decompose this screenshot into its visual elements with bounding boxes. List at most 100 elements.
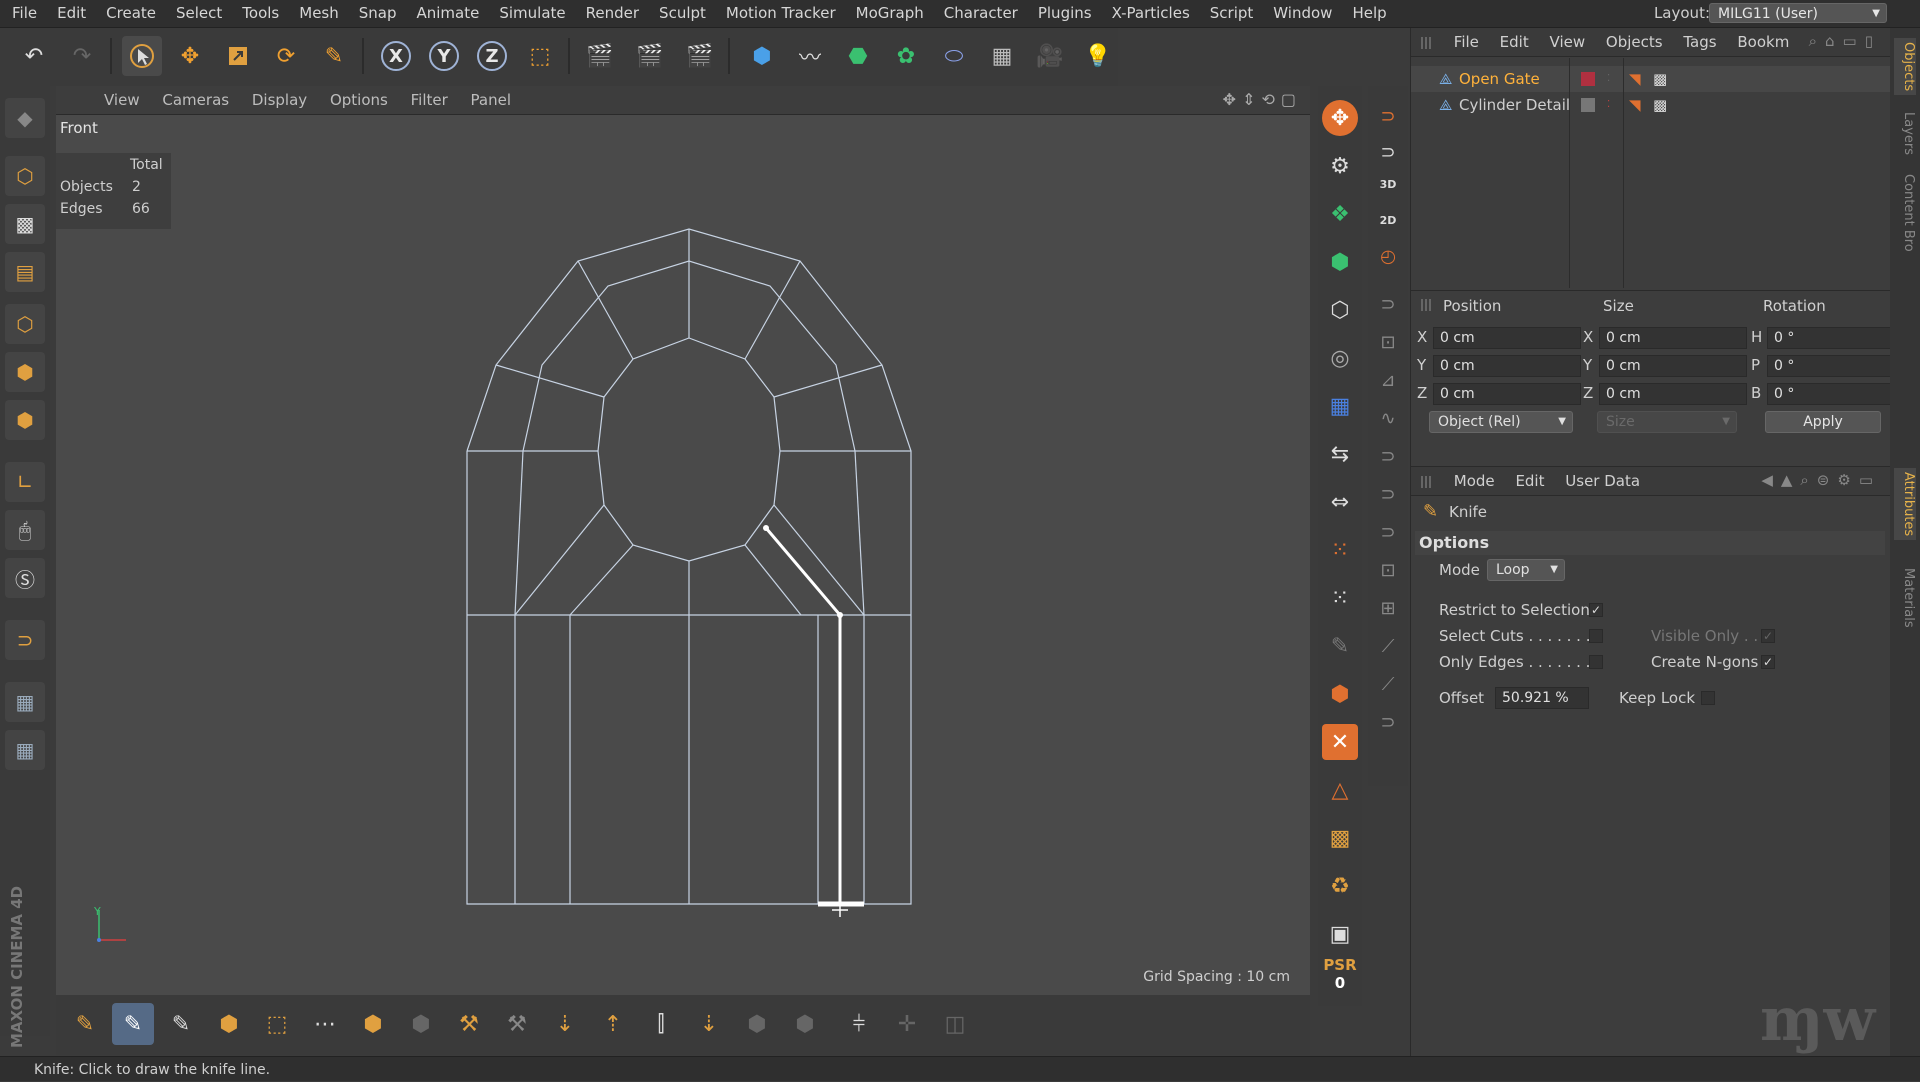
rotate-icon[interactable]: ⟳: [266, 36, 306, 76]
render-view-icon[interactable]: 🎬: [580, 36, 620, 76]
restrict-checkbox[interactable]: ✓: [1589, 603, 1603, 617]
viewport-front[interactable]: Front Total Objects 2 Edges 66 Y Grid Sp…: [56, 115, 1310, 995]
points-mode-icon[interactable]: ⬡: [5, 304, 45, 344]
tab-layers[interactable]: Layers: [1894, 112, 1916, 155]
viewport-menu-panel[interactable]: Panel: [471, 86, 511, 114]
menu-mograph[interactable]: MoGraph: [846, 0, 934, 27]
create-ngons-checkbox[interactable]: ✓: [1761, 655, 1775, 669]
tab-objects[interactable]: Objects: [1894, 38, 1916, 96]
floor-icon[interactable]: ▦: [982, 36, 1022, 76]
split-icon[interactable]: ⫿: [640, 1003, 682, 1045]
object-row-cylinder-detail[interactable]: ⟁ Cylinder Detail ⁚ ◥ ▩: [1411, 92, 1891, 118]
coord-mode-select[interactable]: Object (Rel) ▼: [1429, 411, 1573, 433]
weld-icon[interactable]: ⚒: [448, 1003, 490, 1045]
triangle-icon[interactable]: △: [1322, 772, 1358, 808]
menu-file[interactable]: File: [0, 0, 47, 27]
apply-button[interactable]: Apply: [1765, 411, 1881, 433]
polygons-mode-icon[interactable]: ⬢: [5, 400, 45, 440]
snap-grid-line-icon[interactable]: ⊞: [1372, 592, 1404, 624]
snap-3d-label[interactable]: 3D: [1372, 168, 1404, 200]
viewport-navigation-icons[interactable]: ✥⇕⟲▢: [1223, 90, 1302, 109]
cube-green-icon[interactable]: ⬢: [1322, 244, 1358, 280]
pen-icon[interactable]: ✎: [314, 36, 354, 76]
layer-color-swatch[interactable]: [1581, 72, 1595, 86]
grid-icon[interactable]: ▦: [1322, 388, 1358, 424]
menu-motion-tracker[interactable]: Motion Tracker: [716, 0, 846, 27]
cloner-icon[interactable]: ✿: [886, 36, 926, 76]
extrude-inner-icon[interactable]: ⬚: [256, 1003, 298, 1045]
reset-icon[interactable]: ◫: [934, 1003, 976, 1045]
mograph-icon[interactable]: ❖: [1322, 196, 1358, 232]
glasses-icon[interactable]: ◎: [1322, 340, 1358, 376]
snap-grid-point-icon[interactable]: ⊡: [1372, 554, 1404, 586]
recycle-icon[interactable]: ♻: [1322, 868, 1358, 904]
script-icon[interactable]: ▣: [1322, 916, 1358, 952]
checker-icon[interactable]: ▩: [1322, 820, 1358, 856]
x-axis-lock[interactable]: X: [376, 36, 416, 76]
menu-plugins[interactable]: Plugins: [1028, 0, 1102, 27]
visibility-dots[interactable]: ⁚: [1607, 66, 1610, 92]
snap-guide-icon[interactable]: ⟋: [1372, 630, 1404, 662]
cube-icon[interactable]: ⬢: [742, 36, 782, 76]
om-menu-tags[interactable]: Tags: [1683, 28, 1716, 56]
om-menu-view[interactable]: View: [1550, 28, 1586, 56]
offset-field[interactable]: 50.921 %: [1495, 687, 1589, 709]
texture-tag-icon[interactable]: ▩: [1653, 92, 1667, 118]
menu-tools[interactable]: Tools: [232, 0, 289, 27]
make-editable-icon[interactable]: ◆: [5, 98, 45, 138]
snap-edge-icon[interactable]: ⊡: [1372, 326, 1404, 358]
align-icon[interactable]: ⫩: [838, 1003, 880, 1045]
close-box-icon[interactable]: ✕: [1322, 724, 1358, 760]
render-cube-icon[interactable]: ⬡: [1322, 292, 1358, 328]
edges-mode-icon[interactable]: ⬢: [5, 352, 45, 392]
axis-mode-icon[interactable]: ∟: [5, 462, 45, 502]
menu-window[interactable]: Window: [1263, 0, 1342, 27]
phong-tag-icon[interactable]: ◥: [1629, 66, 1641, 92]
menu-simulate[interactable]: Simulate: [489, 0, 575, 27]
snap-2d-label[interactable]: 2D: [1372, 204, 1404, 236]
size-z-field[interactable]: 0 cm: [1599, 383, 1747, 405]
tweak-mode-icon[interactable]: 🖱: [5, 510, 45, 550]
y-axis-lock[interactable]: Y: [424, 36, 464, 76]
snap-axis-icon[interactable]: ⊃: [1372, 440, 1404, 472]
viewport-menu-options[interactable]: Options: [330, 86, 388, 114]
subdivision-icon[interactable]: ⬣: [838, 36, 878, 76]
viewport-menu-display[interactable]: Display: [252, 86, 307, 114]
render-picture-viewer-icon[interactable]: 🎬: [630, 36, 670, 76]
snap-spline-icon[interactable]: ∿: [1372, 402, 1404, 434]
bridge-icon[interactable]: ⋯: [304, 1003, 346, 1045]
pos-x-field[interactable]: 0 cm: [1433, 327, 1581, 349]
snap-polygon-icon[interactable]: ⊿: [1372, 364, 1404, 396]
knife-tool-icon[interactable]: ✎: [112, 1003, 154, 1045]
menu-snap[interactable]: Snap: [349, 0, 407, 27]
visible-only-checkbox[interactable]: ✓: [1761, 629, 1775, 643]
line-cut-icon[interactable]: ✎: [64, 1003, 106, 1045]
snap-points-icon[interactable]: ⊃: [1372, 288, 1404, 320]
menu-sculpt[interactable]: Sculpt: [649, 0, 716, 27]
menu-mesh[interactable]: Mesh: [289, 0, 349, 27]
pos-y-field[interactable]: 0 cm: [1433, 355, 1581, 377]
move-icon[interactable]: ✥: [170, 36, 210, 76]
attr-menu-user-data[interactable]: User Data: [1565, 467, 1640, 495]
points-grid-icon[interactable]: ⁙: [1322, 532, 1358, 568]
triangulate-icon[interactable]: ⬢: [784, 1003, 826, 1045]
menu-render[interactable]: Render: [576, 0, 649, 27]
attr-menu-edit[interactable]: Edit: [1515, 467, 1544, 495]
keep-lock-checkbox[interactable]: [1701, 691, 1715, 705]
align-axis-icon[interactable]: ⇔: [1322, 484, 1358, 520]
menu-script[interactable]: Script: [1200, 0, 1264, 27]
gear-icon[interactable]: ⚙: [1322, 148, 1358, 184]
menu-create[interactable]: Create: [96, 0, 166, 27]
menu-help[interactable]: Help: [1342, 0, 1396, 27]
redo-icon[interactable]: ↷: [62, 36, 102, 76]
psr-indicator[interactable]: PSR 0: [1322, 956, 1358, 992]
viewport-menu-view[interactable]: View: [104, 86, 140, 114]
spline-pen-icon[interactable]: 〰: [790, 36, 830, 76]
subdivide-icon[interactable]: ⬢: [736, 1003, 778, 1045]
dissolve-icon[interactable]: ⇣: [688, 1003, 730, 1045]
knife-mode-select[interactable]: Loop ▼: [1487, 559, 1565, 581]
quantize-icon[interactable]: ◴: [1372, 240, 1404, 272]
om-menu-file[interactable]: File: [1454, 28, 1479, 56]
texture-tag-icon[interactable]: ▩: [1653, 66, 1667, 92]
tab-attributes[interactable]: Attributes: [1894, 468, 1916, 541]
